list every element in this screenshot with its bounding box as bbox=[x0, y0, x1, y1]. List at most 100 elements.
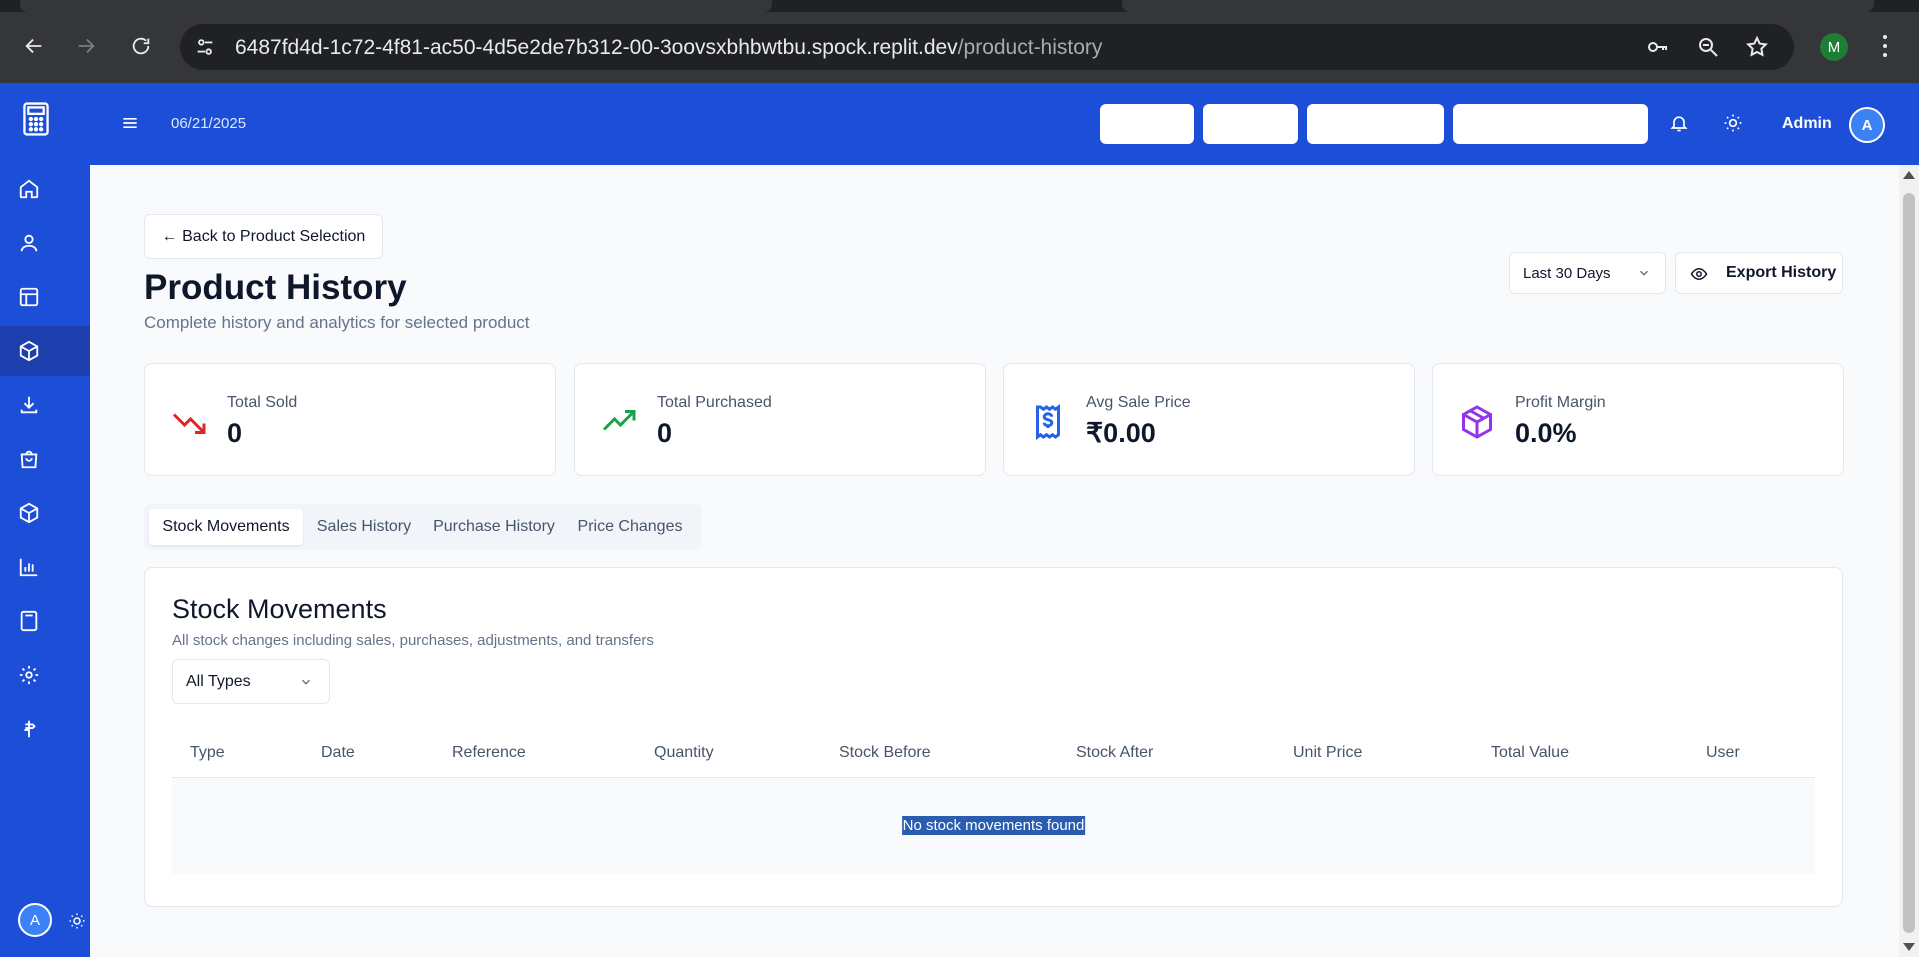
scroll-down-arrow[interactable] bbox=[1903, 943, 1915, 951]
page-title: Product History bbox=[144, 268, 407, 307]
header-action-button[interactable] bbox=[1453, 104, 1648, 144]
chevron-down-icon bbox=[301, 679, 311, 685]
tab-stock-movements[interactable]: Stock Movements bbox=[149, 509, 303, 545]
stat-label: Profit Margin bbox=[1515, 394, 1606, 411]
package-icon bbox=[19, 340, 39, 362]
column-header-date[interactable]: Date bbox=[321, 744, 355, 762]
sun-icon[interactable] bbox=[1723, 113, 1743, 133]
site-settings-icon[interactable] bbox=[194, 36, 216, 58]
movement-type-select[interactable]: All Types bbox=[172, 659, 330, 704]
browser-tab[interactable] bbox=[20, 0, 772, 12]
sidebar-item-customers[interactable] bbox=[0, 218, 90, 268]
column-header-quantity[interactable]: Quantity bbox=[654, 744, 714, 762]
trending-down-icon bbox=[172, 413, 206, 434]
tab-purchase-history[interactable]: Purchase History bbox=[425, 509, 563, 545]
panel-subtitle: All stock changes including sales, purch… bbox=[172, 632, 654, 649]
calculator-logo-icon[interactable] bbox=[20, 101, 52, 137]
stat-value: 0 bbox=[227, 418, 243, 448]
tab-sales-history[interactable]: Sales History bbox=[307, 509, 421, 545]
bookmark-star-icon[interactable] bbox=[1745, 35, 1769, 59]
sidebar-item-import[interactable] bbox=[0, 380, 90, 430]
sidebar-item-layout[interactable] bbox=[0, 272, 90, 322]
column-header-total-value[interactable]: Total Value bbox=[1491, 744, 1569, 762]
header-date: 06/21/2025 bbox=[171, 115, 247, 132]
sidebar-item-home[interactable] bbox=[0, 164, 90, 214]
tab-strip bbox=[0, 0, 1919, 12]
date-range-select[interactable]: Last 30 Days bbox=[1509, 252, 1666, 294]
layout-icon bbox=[19, 287, 39, 307]
stat-card-avg-sale-price: Avg Sale Price ₹0.00 bbox=[1003, 363, 1415, 476]
signpost-icon bbox=[24, 720, 36, 738]
sidebar-item-inventory[interactable] bbox=[0, 488, 90, 538]
theme-toggle-icon[interactable] bbox=[68, 912, 86, 930]
header-user-avatar[interactable]: A bbox=[1849, 107, 1885, 143]
sidebar-user-avatar[interactable]: A bbox=[18, 903, 52, 937]
settings-icon bbox=[19, 665, 39, 685]
app-header: 06/21/2025 Admin A bbox=[90, 83, 1919, 165]
header-action-button[interactable] bbox=[1100, 104, 1194, 144]
sidebar-item-settings[interactable] bbox=[0, 650, 90, 700]
stat-label: Avg Sale Price bbox=[1086, 394, 1191, 411]
trending-up-icon bbox=[602, 410, 636, 431]
chevron-down-icon bbox=[1639, 270, 1649, 276]
page-scrollbar[interactable] bbox=[1899, 165, 1919, 957]
forward-nav-button[interactable] bbox=[70, 30, 102, 62]
calculator-icon bbox=[20, 610, 38, 632]
arrow-right-icon bbox=[78, 38, 95, 54]
stat-card-total-sold: Total Sold 0 bbox=[144, 363, 556, 476]
address-bar[interactable]: 6487fd4d-1c72-4f81-ac50-4d5e2de7b312-00-… bbox=[180, 24, 1794, 70]
stat-value: 0 bbox=[657, 418, 673, 448]
column-header-type[interactable]: Type bbox=[190, 744, 225, 762]
sidebar-item-reports[interactable] bbox=[0, 542, 90, 592]
stat-card-profit-margin: Profit Margin 0.0% bbox=[1432, 363, 1844, 476]
zoom-icon[interactable] bbox=[1696, 35, 1720, 59]
sidebar-item-orders[interactable] bbox=[0, 434, 90, 484]
home-icon bbox=[19, 179, 39, 199]
browser-profile-avatar[interactable]: M bbox=[1820, 33, 1848, 61]
export-history-button[interactable]: Export History bbox=[1675, 252, 1843, 294]
user-icon bbox=[20, 234, 38, 252]
receipt-icon bbox=[1036, 404, 1060, 440]
bell-icon[interactable] bbox=[1669, 113, 1689, 133]
movement-type-value: All Types bbox=[186, 672, 251, 690]
browser-chrome: 6487fd4d-1c72-4f81-ac50-4d5e2de7b312-00-… bbox=[0, 0, 1919, 83]
browser-menu-icon[interactable] bbox=[1873, 32, 1897, 60]
scroll-thumb[interactable] bbox=[1903, 193, 1915, 933]
column-header-reference[interactable]: Reference bbox=[452, 744, 526, 762]
column-header-stock-after[interactable]: Stock After bbox=[1076, 744, 1153, 762]
stat-card-total-purchased: Total Purchased 0 bbox=[574, 363, 986, 476]
reload-button[interactable] bbox=[125, 30, 157, 62]
back-to-product-selection-button[interactable]: ← Back to Product Selection bbox=[144, 214, 383, 259]
sidebar-item-branches[interactable] bbox=[0, 704, 90, 754]
tab-price-changes[interactable]: Price Changes bbox=[567, 509, 693, 545]
download-icon bbox=[20, 396, 38, 414]
header-action-button[interactable] bbox=[1203, 104, 1298, 144]
eye-icon bbox=[1690, 267, 1708, 281]
menu-icon[interactable] bbox=[120, 113, 140, 133]
back-nav-button[interactable] bbox=[18, 30, 50, 62]
column-header-user[interactable]: User bbox=[1706, 744, 1740, 762]
password-key-icon[interactable] bbox=[1646, 35, 1670, 59]
stock-movements-panel: Stock Movements All stock changes includ… bbox=[144, 567, 1843, 907]
url-text: 6487fd4d-1c72-4f81-ac50-4d5e2de7b312-00-… bbox=[235, 36, 1103, 59]
browser-tab[interactable] bbox=[1122, 0, 1874, 12]
header-action-button[interactable] bbox=[1307, 104, 1444, 144]
box-icon bbox=[19, 502, 39, 524]
panel-title: Stock Movements bbox=[172, 594, 387, 624]
export-history-label: Export History bbox=[1726, 264, 1837, 281]
table-empty-row: No stock movements found bbox=[172, 778, 1815, 874]
header-user-name: Admin bbox=[1782, 115, 1832, 132]
stat-label: Total Sold bbox=[227, 394, 298, 411]
table-header: Type Date Reference Quantity Stock Befor… bbox=[172, 728, 1815, 778]
scroll-up-arrow[interactable] bbox=[1903, 171, 1915, 179]
app-sidebar: A bbox=[0, 83, 90, 957]
sidebar-item-calculator[interactable] bbox=[0, 596, 90, 646]
column-header-unit-price[interactable]: Unit Price bbox=[1293, 744, 1362, 762]
sidebar-item-products[interactable] bbox=[0, 326, 90, 376]
column-header-stock-before[interactable]: Stock Before bbox=[839, 744, 931, 762]
date-range-value: Last 30 Days bbox=[1523, 264, 1611, 282]
bar-chart-icon bbox=[19, 558, 38, 577]
page-subtitle: Complete history and analytics for selec… bbox=[144, 313, 530, 332]
stat-label: Total Purchased bbox=[657, 394, 772, 411]
reload-icon bbox=[132, 37, 150, 55]
